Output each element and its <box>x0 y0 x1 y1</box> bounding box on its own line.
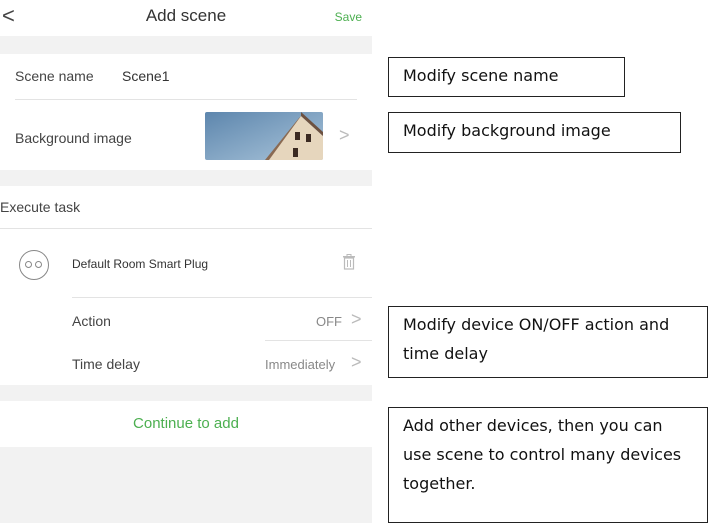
action-label: Action <box>72 313 111 329</box>
scene-name-label: Scene name <box>15 68 94 84</box>
section-separator <box>0 170 372 186</box>
chevron-right-icon: > <box>339 125 350 145</box>
chevron-right-icon: > <box>351 309 362 329</box>
time-delay-value: Immediately <box>265 357 336 372</box>
execute-task-label: Execute task <box>0 199 81 215</box>
callout-modify-scene-name: Modify scene name <box>388 57 625 97</box>
time-delay-label: Time delay <box>72 356 140 372</box>
top-bar: < Add scene Save <box>0 0 372 36</box>
device-row[interactable]: Default Room Smart Plug <box>0 229 372 297</box>
time-delay-row[interactable]: Time delay Immediately > <box>0 341 372 385</box>
callout-modify-background: Modify background image <box>388 112 681 153</box>
continue-to-add-button[interactable]: Continue to add <box>0 401 372 447</box>
trash-icon[interactable] <box>342 254 356 275</box>
background-image-thumbnail[interactable] <box>205 112 323 160</box>
device-name: Default Room Smart Plug <box>72 257 209 271</box>
phone-screen: < Add scene Save Scene name Scene1 Backg… <box>0 0 372 523</box>
section-separator <box>0 36 372 54</box>
bottom-fill <box>0 447 372 523</box>
background-image-label: Background image <box>15 130 132 146</box>
smart-plug-icon <box>19 250 49 280</box>
scene-name-value[interactable]: Scene1 <box>122 68 169 84</box>
scene-name-row[interactable]: Scene name Scene1 <box>0 54 372 100</box>
action-value: OFF <box>316 314 342 329</box>
continue-to-add-label: Continue to add <box>133 415 239 432</box>
save-button[interactable]: Save <box>335 10 362 24</box>
execute-task-header: Execute task <box>0 186 372 228</box>
callout-add-devices: Add other devices, then you can use scen… <box>388 407 708 523</box>
page-title: Add scene <box>145 6 227 25</box>
chevron-right-icon: > <box>351 352 362 372</box>
section-separator <box>0 385 372 401</box>
callout-modify-device: Modify device ON/OFF action and time del… <box>388 306 708 378</box>
action-row[interactable]: Action OFF > <box>0 298 372 340</box>
